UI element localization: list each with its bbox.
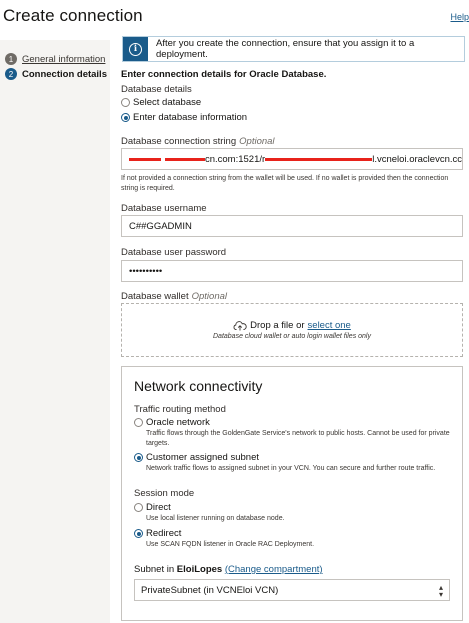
connection-string-input[interactable]: cn.com:1521/r l.vcneloi.oraclevcn.cc (121, 148, 463, 170)
network-title: Network connectivity (134, 378, 263, 394)
connection-form: i After you create the connection, ensur… (112, 32, 469, 623)
optional-tag: Optional (191, 291, 227, 302)
session-mode-label: Session mode (134, 488, 195, 499)
redaction-mark (265, 157, 373, 161)
radio-button[interactable] (121, 98, 130, 107)
radio-button-selected[interactable] (134, 529, 143, 538)
radio-description: Traffic flows through the GoldenGate Ser… (146, 430, 450, 447)
radio-description: Network traffic flows to assigned subnet… (146, 465, 436, 472)
select-caret-icon: ▴ ▾ (438, 583, 443, 599)
password-input[interactable]: •••••••••• (121, 260, 463, 282)
step-label: Connection details (22, 68, 107, 80)
step-label[interactable]: General information (22, 54, 105, 65)
help-link[interactable]: Help (450, 12, 469, 22)
radio-direct[interactable]: Direct Use local listener running on dat… (134, 502, 285, 524)
database-details-label: Database details (121, 84, 192, 95)
dropzone-hint: Database cloud wallet or auto login wall… (213, 333, 371, 340)
subnet-select[interactable]: PrivateSubnet (in VCNEloi VCN) ▴ ▾ (134, 579, 450, 601)
wallet-label-text: Database wallet (121, 291, 189, 302)
connection-string-value-part: cn.com:1521/r (204, 153, 266, 165)
wallet-dropzone[interactable]: Drop a file or select one Database cloud… (121, 303, 463, 357)
step-general-information[interactable]: 1 General information (5, 53, 105, 65)
radio-button-selected[interactable] (121, 113, 130, 122)
connection-string-help: If not provided a connection string from… (121, 175, 449, 192)
subnet-prefix: Subnet in (134, 564, 175, 575)
radio-label: Customer assigned subnet (146, 452, 260, 463)
radio-description: Use SCAN FQDN listener in Oracle RAC Dep… (146, 541, 315, 548)
step-number: 1 (5, 53, 17, 65)
redaction-mark (164, 157, 205, 161)
radio-customer-assigned-subnet[interactable]: Customer assigned subnet Network traffic… (134, 452, 456, 474)
info-banner-text: After you create the connection, ensure … (156, 38, 415, 60)
password-label: Database user password (121, 247, 227, 258)
radio-oracle-network[interactable]: Oracle network Traffic flows through the… (134, 417, 456, 449)
connection-string-value-part: l.vcneloi.oraclevcn.cc (372, 153, 462, 165)
info-banner-bar: i (123, 37, 148, 61)
username-label: Database username (121, 203, 207, 214)
radio-button[interactable] (134, 503, 143, 512)
connection-string-label: Database connection string Optional (121, 136, 275, 147)
steps-sidebar: 1 General information 2 Connection detai… (0, 40, 110, 623)
info-banner: i After you create the connection, ensur… (122, 36, 465, 62)
radio-redirect[interactable]: Redirect Use SCAN FQDN listener in Oracl… (134, 528, 314, 550)
subnet-select-value: PrivateSubnet (in VCNEloi VCN) (141, 584, 279, 596)
radio-label: Enter database information (133, 112, 248, 123)
drop-text: Drop a file or (250, 320, 305, 331)
radio-label: Direct (146, 502, 171, 513)
change-compartment-link[interactable]: (Change compartment) (225, 564, 323, 575)
radio-enter-database-information[interactable]: Enter database information (121, 112, 247, 123)
network-connectivity-panel: Network connectivity Traffic routing met… (121, 366, 463, 621)
username-input[interactable]: C##GGADMIN (121, 215, 463, 237)
radio-label: Select database (133, 97, 202, 108)
radio-description: Use local listener running on database n… (146, 515, 285, 522)
radio-label: Redirect (146, 528, 182, 539)
radio-label: Oracle network (146, 417, 210, 428)
select-file-link[interactable]: select one (308, 320, 351, 331)
step-number: 2 (5, 68, 17, 80)
routing-method-label: Traffic routing method (134, 404, 226, 415)
compartment-name: EloiLopes (176, 564, 223, 575)
step-connection-details[interactable]: 2 Connection details (5, 68, 107, 80)
section-title: Enter connection details for Oracle Data… (121, 69, 327, 80)
info-icon: i (129, 42, 142, 56)
radio-select-database[interactable]: Select database (121, 97, 201, 108)
subnet-label: Subnet in EloiLopes (Change compartment) (134, 564, 323, 575)
cloud-upload-icon (233, 321, 247, 331)
radio-button[interactable] (134, 418, 143, 427)
radio-button-selected[interactable] (134, 453, 143, 462)
wallet-label: Database wallet Optional (121, 291, 227, 302)
connection-string-label-text: Database connection string (121, 136, 237, 147)
redaction-mark (129, 157, 161, 161)
optional-tag: Optional (239, 136, 275, 147)
page-title: Create connection (3, 6, 143, 25)
